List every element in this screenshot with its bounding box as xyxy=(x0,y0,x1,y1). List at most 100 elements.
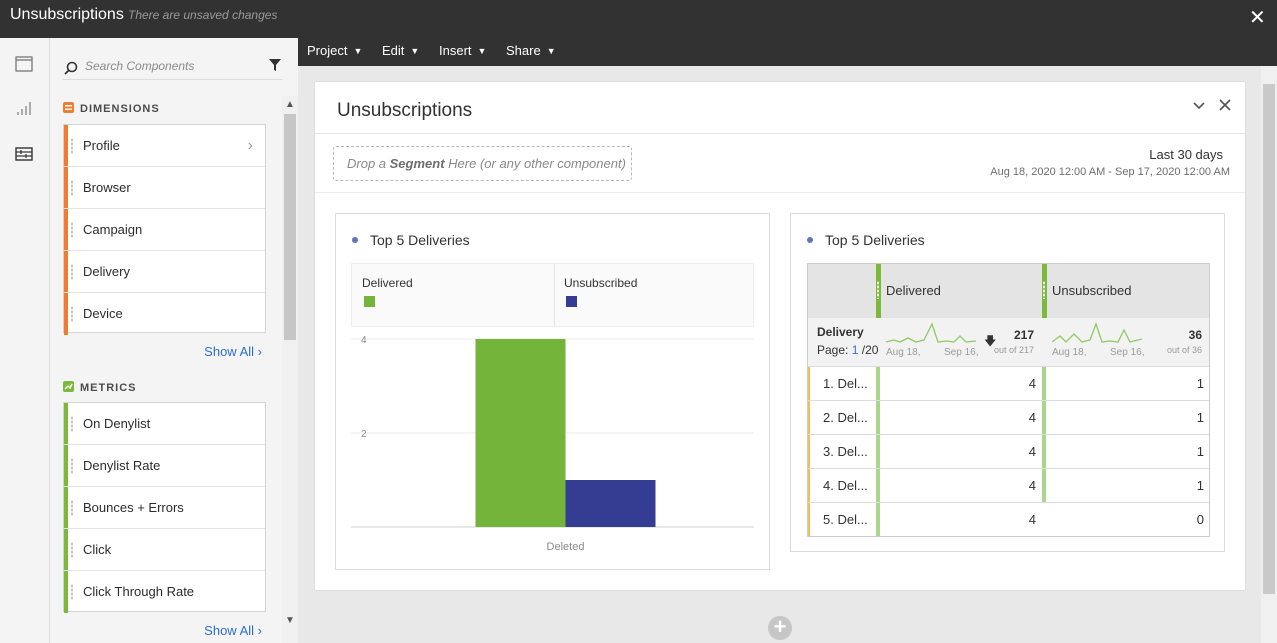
cell-delivered: 4 xyxy=(876,401,1042,434)
segment-drop-zone[interactable]: Drop a Segment Here (or any other compon… xyxy=(333,146,632,181)
drag-handle[interactable] xyxy=(1043,281,1045,299)
table-row: 1. Del... 4 1 xyxy=(807,367,1210,401)
scrollbar-thumb[interactable] xyxy=(1263,84,1275,594)
column-total: 217 xyxy=(1013,328,1034,342)
dimensions-heading: DIMENSIONS xyxy=(63,102,160,118)
components-icon[interactable] xyxy=(15,146,35,164)
metric-item-denylist-rate[interactable]: Denylist Rate xyxy=(64,445,265,487)
close-icon[interactable]: ✕ xyxy=(1249,8,1266,28)
bar-delivered[interactable] xyxy=(475,339,566,527)
close-panel-icon[interactable] xyxy=(1219,98,1231,116)
column-total: 36 xyxy=(1188,328,1202,342)
dimension-item-delivery[interactable]: Delivery xyxy=(64,251,265,293)
date-range-label[interactable]: Last 30 days xyxy=(1149,147,1223,162)
components-scrollbar[interactable]: ▲ ▼ xyxy=(282,96,298,643)
scrollbar-thumb[interactable] xyxy=(284,114,296,340)
sparkline xyxy=(1052,322,1142,343)
cell-bar xyxy=(1042,367,1046,400)
canvas-scrollbar[interactable] xyxy=(1261,66,1277,643)
drag-handle[interactable] xyxy=(71,500,73,516)
row-label[interactable]: 4. Del... xyxy=(807,469,876,502)
unsaved-status: There are unsaved changes xyxy=(128,8,278,22)
metrics-show-all[interactable]: Show All › xyxy=(204,623,262,638)
dimension-item-device[interactable]: Device xyxy=(64,293,265,335)
date-range-dates[interactable]: Aug 18, 2020 12:00 AM - Sep 17, 2020 12:… xyxy=(990,166,1230,178)
menu-share[interactable]: Share ▼ xyxy=(506,43,556,58)
row-label[interactable]: 1. Del... xyxy=(807,367,876,400)
pagination: Page: 1 /20 xyxy=(817,343,878,357)
drag-handle[interactable] xyxy=(71,458,73,474)
row-dimension-label[interactable]: Delivery xyxy=(817,325,864,339)
row-label[interactable]: 5. Del... xyxy=(807,503,876,536)
cell-value: 4 xyxy=(1028,478,1036,493)
metric-item-click[interactable]: Click xyxy=(64,529,265,571)
dimension-item-browser[interactable]: Browser xyxy=(64,167,265,209)
menu-label: Project xyxy=(307,43,348,58)
metric-item-click-through-rate[interactable]: Click Through Rate xyxy=(64,571,265,613)
legend-label: Unsubscribed xyxy=(564,276,638,290)
add-panel-button[interactable]: + xyxy=(768,616,792,640)
spark-date-end: Sep 16, xyxy=(944,347,979,358)
drag-handle[interactable] xyxy=(71,222,73,238)
cell-bar xyxy=(1042,401,1046,434)
drag-handle[interactable] xyxy=(71,542,73,558)
drag-handle[interactable] xyxy=(71,264,73,280)
cell-unsubscribed: 0 xyxy=(1042,503,1210,536)
chevron-right-icon[interactable]: › xyxy=(248,125,253,166)
cell-bar xyxy=(876,401,880,434)
drag-handle[interactable] xyxy=(71,138,73,154)
menu-insert[interactable]: Insert ▼ xyxy=(439,43,486,58)
panel-title[interactable]: Unsubscriptions xyxy=(337,100,472,122)
drag-handle[interactable] xyxy=(877,281,879,299)
visualization-icon[interactable] xyxy=(15,100,35,118)
dimension-item-campaign[interactable]: Campaign xyxy=(64,209,265,251)
metric-item-on-denylist[interactable]: On Denylist xyxy=(64,403,265,445)
search-input[interactable]: Search Components xyxy=(85,59,194,73)
dimension-color-bar xyxy=(64,251,68,292)
show-all-label: Show All xyxy=(204,344,255,359)
metric-label: On Denylist xyxy=(83,416,151,431)
cell-unsubscribed: 1 xyxy=(1042,435,1210,468)
legend-item-delivered[interactable]: Delivered xyxy=(352,264,554,326)
scroll-down-icon[interactable]: ▼ xyxy=(285,616,295,626)
row-marker xyxy=(807,469,810,502)
cell-value: 1 xyxy=(1196,444,1204,459)
dimension-color-bar xyxy=(64,167,68,208)
metric-color-bar xyxy=(64,529,68,570)
viz-title[interactable]: Top 5 Deliveries xyxy=(825,232,925,248)
drag-handle[interactable] xyxy=(71,584,73,600)
metric-item-bounces-errors[interactable]: Bounces + Errors xyxy=(64,487,265,529)
metric-label: Click Through Rate xyxy=(83,584,195,599)
drag-handle[interactable] xyxy=(71,306,73,322)
drop-zone-prefix: Drop a xyxy=(347,156,390,171)
filter-icon[interactable] xyxy=(269,58,281,72)
row-label-text: 1. Del... xyxy=(823,376,868,391)
row-label[interactable]: 3. Del... xyxy=(807,435,876,468)
chevron-down-icon: ▼ xyxy=(353,46,363,56)
column-header-delivered[interactable]: Delivered xyxy=(876,263,1042,318)
drag-handle[interactable] xyxy=(71,416,73,432)
menu-project[interactable]: Project ▼ xyxy=(307,43,362,58)
cell-unsubscribed: 1 xyxy=(1042,469,1210,502)
drag-handle[interactable] xyxy=(71,180,73,196)
panel-divider xyxy=(315,133,1245,134)
page-current[interactable]: 1 xyxy=(852,343,859,357)
cell-value: 1 xyxy=(1196,410,1204,425)
panel-icon[interactable] xyxy=(15,56,35,74)
row-label[interactable]: 2. Del... xyxy=(807,401,876,434)
dimension-item-profile[interactable]: Profile › xyxy=(64,125,265,167)
viz-title[interactable]: Top 5 Deliveries xyxy=(370,232,470,248)
bar-unsubscribed[interactable] xyxy=(565,480,656,527)
scroll-up-icon[interactable]: ▲ xyxy=(285,100,295,110)
column-header-unsubscribed[interactable]: Unsubscribed xyxy=(1042,263,1210,318)
metric-color-bar xyxy=(64,403,68,444)
summary-row: Delivery Page: 1 /20 Aug 18, Sep 16, 🡇 2… xyxy=(807,318,1210,367)
search-components[interactable]: Search Components xyxy=(63,56,283,80)
legend-item-unsubscribed[interactable]: Unsubscribed xyxy=(554,264,754,326)
chevron-down-icon: ▼ xyxy=(546,46,556,56)
x-category-label: Deleted xyxy=(547,541,585,553)
dimensions-show-all[interactable]: Show All › xyxy=(204,344,262,359)
row-marker xyxy=(807,401,810,434)
menu-edit[interactable]: Edit ▼ xyxy=(382,43,419,58)
collapse-chevron-icon[interactable] xyxy=(1193,98,1205,116)
